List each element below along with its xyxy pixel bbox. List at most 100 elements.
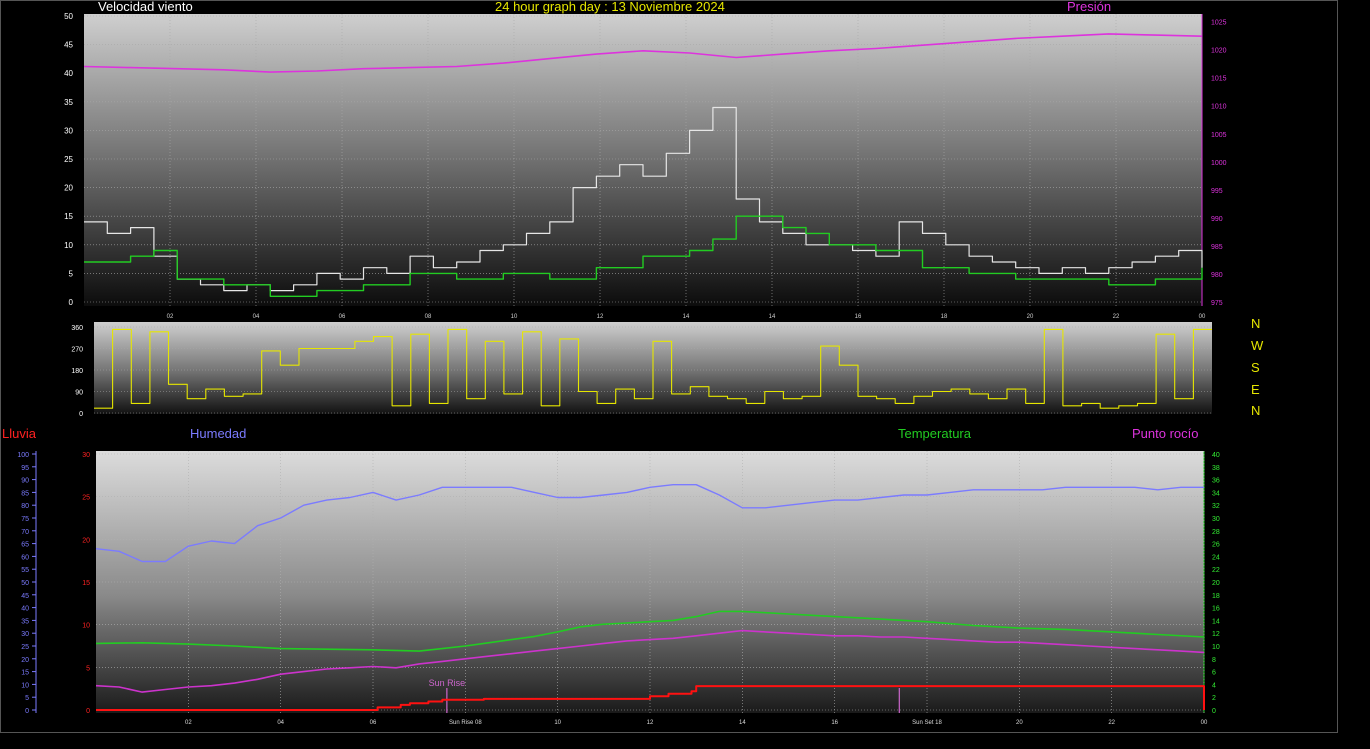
wind-ytick-5: 25: [64, 155, 73, 164]
wind-xtick-3: 08: [425, 314, 432, 320]
wind-xtick-11: 22: [1113, 314, 1120, 320]
compass-n-top: N: [1251, 316, 1261, 331]
humidity-ytick-12: 60: [21, 554, 29, 561]
humidity-ytick-3: 15: [21, 670, 29, 677]
wind-xtick-5: 12: [597, 314, 604, 320]
temperature-ytick-0: 0: [1212, 708, 1216, 715]
temperature-ytick-4: 8: [1212, 657, 1216, 664]
humidity-label: Humedad: [190, 426, 247, 441]
wind-xtick-12: 00: [1199, 314, 1206, 320]
humidity-xtick-7: 16: [831, 720, 838, 726]
humidity-ytick-9: 45: [21, 593, 29, 600]
temperature-label: Temperatura: [898, 426, 971, 441]
pressure-ytick-4: 995: [1211, 188, 1223, 195]
weather-graph-page: 0 5 10 15 20 25 30 35 40 45 50 975 980 985 990 995 1000 1…: [0, 0, 1370, 749]
humidity-xtick-1: 04: [277, 720, 284, 726]
rain-ytick-2: 10: [82, 623, 90, 630]
weather-charts-svg: 0510152025303540455097598098599099510001…: [17, 12, 1227, 726]
temperature-ytick-1: 2: [1212, 695, 1216, 702]
direction-ytick-3: 270: [71, 347, 83, 354]
wind-ytick-10: 50: [64, 12, 73, 21]
humidity-ytick-17: 85: [21, 490, 29, 497]
humidity-xtick-3: Sun Rise 08: [449, 720, 482, 726]
temperature-ytick-15: 30: [1212, 516, 1220, 523]
humidity-xtick-10: 22: [1108, 720, 1115, 726]
rain-ytick-4: 20: [82, 537, 90, 544]
humidity-ytick-15: 75: [21, 516, 29, 523]
pressure-ytick-10: 1025: [1211, 20, 1227, 27]
sun-rise-annotation: Sun Rise: [429, 678, 466, 688]
direction-ytick-1: 90: [75, 390, 83, 397]
wind-xtick-9: 18: [941, 314, 948, 320]
temperature-ytick-6: 12: [1212, 631, 1220, 638]
temperature-ytick-14: 28: [1212, 529, 1220, 536]
humidity-xtick-9: 20: [1016, 720, 1023, 726]
wind-ytick-2: 10: [64, 241, 73, 250]
wind-xtick-2: 06: [339, 314, 346, 320]
dew-point-label: Punto rocío: [1132, 426, 1199, 441]
direction-ytick-4: 360: [71, 325, 83, 332]
compass-w: W: [1251, 338, 1264, 353]
humidity-ytick-2: 10: [21, 682, 29, 689]
wind-ytick-1: 5: [69, 269, 74, 278]
humidity-xtick-6: 14: [739, 720, 746, 726]
pressure-ytick-1: 980: [1211, 272, 1223, 279]
pressure-ytick-6: 1005: [1211, 132, 1227, 139]
date-title: 24 hour graph day : 13 Noviembre 2024: [495, 0, 725, 14]
rain-ytick-0: 0: [86, 708, 90, 715]
pressure-ytick-5: 1000: [1211, 160, 1227, 167]
humidity-ytick-5: 25: [21, 644, 29, 651]
compass-e: E: [1251, 382, 1260, 397]
wind-xtick-8: 16: [855, 314, 862, 320]
humidity-ytick-13: 65: [21, 542, 29, 549]
temperature-ytick-8: 16: [1212, 606, 1220, 613]
wind-speed-title: Velocidad viento: [98, 0, 193, 14]
humidity-ytick-19: 95: [21, 465, 29, 472]
wind-ytick-4: 20: [64, 184, 73, 193]
wind-ytick-6: 30: [64, 126, 73, 135]
wind-xtick-1: 04: [253, 314, 260, 320]
temperature-ytick-12: 24: [1212, 554, 1220, 561]
wind-ytick-0: 0: [69, 298, 74, 307]
humidity-ytick-0: 0: [25, 708, 29, 715]
compass-n-bottom: N: [1251, 403, 1261, 418]
humidity-xtick-4: 10: [554, 720, 561, 726]
temperature-ytick-3: 6: [1212, 670, 1216, 677]
humidity-ytick-11: 55: [21, 567, 29, 574]
wind-xtick-7: 14: [769, 314, 776, 320]
pressure-ytick-9: 1020: [1211, 48, 1227, 55]
pressure-ytick-7: 1010: [1211, 104, 1227, 111]
pressure-ytick-8: 1015: [1211, 76, 1227, 83]
direction-ytick-2: 180: [71, 368, 83, 375]
wind-ytick-8: 40: [64, 69, 73, 78]
rain-ytick-3: 15: [82, 580, 90, 587]
wind-ytick-9: 45: [64, 41, 73, 50]
pressure-ytick-3: 990: [1211, 216, 1223, 223]
rain-ytick-6: 30: [82, 452, 90, 459]
humidity-ytick-20: 100: [17, 452, 29, 459]
wind-xtick-10: 20: [1027, 314, 1034, 320]
humidity-xtick-5: 12: [647, 720, 654, 726]
temperature-ytick-20: 40: [1212, 452, 1220, 459]
humidity-xtick-8: Sun Set 18: [912, 720, 942, 726]
compass-s: S: [1251, 360, 1260, 375]
temperature-ytick-16: 32: [1212, 503, 1220, 510]
humidity-ytick-8: 40: [21, 606, 29, 613]
temperature-ytick-2: 4: [1212, 682, 1216, 689]
pressure-ytick-0: 975: [1211, 300, 1223, 307]
pressure-ytick-2: 985: [1211, 244, 1223, 251]
direction-ytick-0: 0: [79, 411, 83, 418]
humidity-ytick-6: 30: [21, 631, 29, 638]
temperature-ytick-11: 22: [1212, 567, 1220, 574]
temperature-ytick-13: 26: [1212, 542, 1220, 549]
temperature-ytick-10: 20: [1212, 580, 1220, 587]
wind-xtick-4: 10: [511, 314, 518, 320]
temperature-ytick-9: 18: [1212, 593, 1220, 600]
wind-ytick-7: 35: [64, 98, 73, 107]
temperature-ytick-5: 10: [1212, 644, 1220, 651]
rain-label: Lluvia: [2, 426, 36, 441]
wind-ytick-3: 15: [64, 212, 73, 221]
humidity-ytick-14: 70: [21, 529, 29, 536]
humidity-xtick-11: 00: [1201, 720, 1208, 726]
temperature-ytick-19: 38: [1212, 465, 1220, 472]
